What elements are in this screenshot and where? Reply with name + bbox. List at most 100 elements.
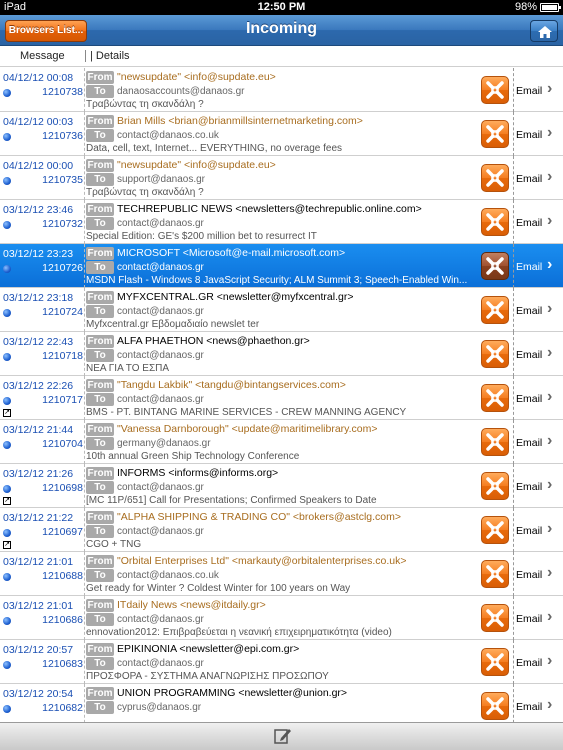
chevron-right-icon[interactable]: › xyxy=(547,300,552,318)
delete-button[interactable] xyxy=(481,120,509,148)
chevron-right-icon[interactable]: › xyxy=(547,124,552,142)
chevron-right-icon[interactable]: › xyxy=(547,652,552,670)
email-action[interactable]: Email xyxy=(516,129,542,141)
delete-button[interactable] xyxy=(481,692,509,720)
home-button[interactable] xyxy=(530,20,558,42)
delete-button[interactable] xyxy=(481,428,509,456)
message-column-header[interactable]: Message xyxy=(20,50,65,62)
email-action[interactable]: Email xyxy=(516,173,542,185)
column-divider xyxy=(513,552,514,596)
page-title: Incoming xyxy=(245,20,318,37)
column-divider xyxy=(513,156,514,200)
email-action[interactable]: Email xyxy=(516,217,542,229)
delete-button[interactable] xyxy=(481,208,509,236)
email-action[interactable]: Email xyxy=(516,613,542,625)
column-divider xyxy=(513,376,514,420)
message-row[interactable]: 03/12/12 23:23 1210726 From To MICROSOFT <Mi… xyxy=(0,244,563,288)
message-row[interactable]: 03/12/12 20:57 1210683 From To EPIKINONIA <n… xyxy=(0,640,563,684)
chevron-right-icon[interactable]: › xyxy=(547,564,552,582)
details-column-header[interactable]: | Details xyxy=(85,50,130,62)
email-action[interactable]: Email xyxy=(516,349,542,361)
sender: ALFA PHAETHON <news@phaethon.gr> xyxy=(117,335,310,347)
sender: MICROSOFT <Microsoft@e-mail.microsoft.co… xyxy=(117,247,346,259)
sender: TECHREPUBLIC NEWS <newsletters@techrepub… xyxy=(117,203,422,215)
message-row[interactable]: 04/12/12 00:03 1210736 From To Brian Mills <… xyxy=(0,112,563,156)
chevron-right-icon[interactable]: › xyxy=(547,168,552,186)
email-action[interactable]: Email xyxy=(516,437,542,449)
to-tag: To xyxy=(86,349,114,362)
email-action[interactable]: Email xyxy=(516,261,542,273)
chevron-right-icon[interactable]: › xyxy=(547,388,552,406)
status-bar: iPad 12:50 PM 98% xyxy=(0,0,563,15)
column-divider xyxy=(513,68,514,112)
chevron-right-icon[interactable]: › xyxy=(547,80,552,98)
message-row[interactable]: 03/12/12 21:22 1210697 ↗ From To "ALPHA SHIPP… xyxy=(0,508,563,552)
subject: 10th annual Green Ship Technology Confer… xyxy=(86,451,300,462)
chevron-right-icon[interactable]: › xyxy=(547,344,552,362)
message-date: 03/12/12 23:23 xyxy=(3,248,74,260)
delete-button[interactable] xyxy=(481,340,509,368)
message-row[interactable]: 03/12/12 20:54 1210682 From To UNION PROGRAM… xyxy=(0,684,563,722)
chevron-right-icon[interactable]: › xyxy=(547,520,552,538)
message-row[interactable]: 03/12/12 21:01 1210686 From To ITdaily News … xyxy=(0,596,563,640)
message-row[interactable]: 04/12/12 00:00 1210735 From To "newsupdate" … xyxy=(0,156,563,200)
delete-button[interactable] xyxy=(481,516,509,544)
message-row[interactable]: 03/12/12 21:26 1210698 ↗ From To INFORMS <inf… xyxy=(0,464,563,508)
email-action[interactable]: Email xyxy=(516,657,542,669)
delete-button[interactable] xyxy=(481,604,509,632)
chevron-right-icon[interactable]: › xyxy=(547,696,552,714)
chevron-right-icon[interactable]: › xyxy=(547,432,552,450)
chevron-right-icon[interactable]: › xyxy=(547,608,552,626)
email-action[interactable]: Email xyxy=(516,525,542,537)
message-date: 03/12/12 21:01 xyxy=(3,600,74,612)
message-row[interactable]: 03/12/12 22:43 1210718 From To ALFA PHAETHON… xyxy=(0,332,563,376)
delete-button[interactable] xyxy=(481,560,509,588)
message-id: 1210688 xyxy=(42,570,83,582)
email-action[interactable]: Email xyxy=(516,305,542,317)
delete-x-icon xyxy=(486,609,504,627)
battery-icon xyxy=(540,3,561,12)
column-divider xyxy=(84,420,85,464)
delete-button[interactable] xyxy=(481,296,509,324)
chevron-right-icon[interactable]: › xyxy=(547,476,552,494)
recipient: contact@danaos.gr xyxy=(117,614,204,625)
email-action[interactable]: Email xyxy=(516,481,542,493)
attachment-icon: ↗ xyxy=(3,497,11,505)
delete-button[interactable] xyxy=(481,252,509,280)
message-row[interactable]: 03/12/12 21:44 1210704 From To "Vanessa Darn… xyxy=(0,420,563,464)
message-id: 1210682 xyxy=(42,702,83,714)
column-divider xyxy=(84,200,85,244)
sender: "newsupdate" <info@supdate.eu> xyxy=(117,159,276,171)
to-tag: To xyxy=(86,525,114,538)
delete-button[interactable] xyxy=(481,648,509,676)
message-row[interactable]: 03/12/12 21:01 1210688 From To "Orbital Ente… xyxy=(0,552,563,596)
recipient: support@danaos.gr xyxy=(117,174,205,185)
delete-button[interactable] xyxy=(481,76,509,104)
column-divider xyxy=(513,420,514,464)
email-action[interactable]: Email xyxy=(516,569,542,581)
chevron-right-icon[interactable]: › xyxy=(547,256,552,274)
message-id: 1210736 xyxy=(42,130,83,142)
recipient: contact@danaos.co.uk xyxy=(117,130,219,141)
email-action[interactable]: Email xyxy=(516,85,542,97)
column-divider xyxy=(513,464,514,508)
email-action[interactable]: Email xyxy=(516,701,542,713)
message-date: 03/12/12 20:54 xyxy=(3,688,74,700)
delete-button[interactable] xyxy=(481,164,509,192)
compose-icon[interactable] xyxy=(274,727,292,745)
recipient: contact@danaos.gr xyxy=(117,526,204,537)
column-divider xyxy=(84,156,85,200)
delete-x-icon xyxy=(486,301,504,319)
message-row[interactable]: 04/12/12 00:08 1210738 From To "newsupdate" … xyxy=(0,68,563,112)
message-list[interactable]: 04/12/12 00:08 1210738 From To "newsupdate" … xyxy=(0,68,563,722)
to-tag: To xyxy=(86,173,114,186)
message-id: 1210704 xyxy=(42,438,83,450)
message-id: 1210732 xyxy=(42,218,83,230)
message-row[interactable]: 03/12/12 22:26 1210717 ↗ From To "Tangdu Lakb… xyxy=(0,376,563,420)
email-action[interactable]: Email xyxy=(516,393,542,405)
message-row[interactable]: 03/12/12 23:18 1210724 From To MYFXCENTRAL.G… xyxy=(0,288,563,332)
message-row[interactable]: 03/12/12 23:46 1210732 From To TECHREPUBLIC … xyxy=(0,200,563,244)
delete-button[interactable] xyxy=(481,472,509,500)
chevron-right-icon[interactable]: › xyxy=(547,212,552,230)
delete-button[interactable] xyxy=(481,384,509,412)
